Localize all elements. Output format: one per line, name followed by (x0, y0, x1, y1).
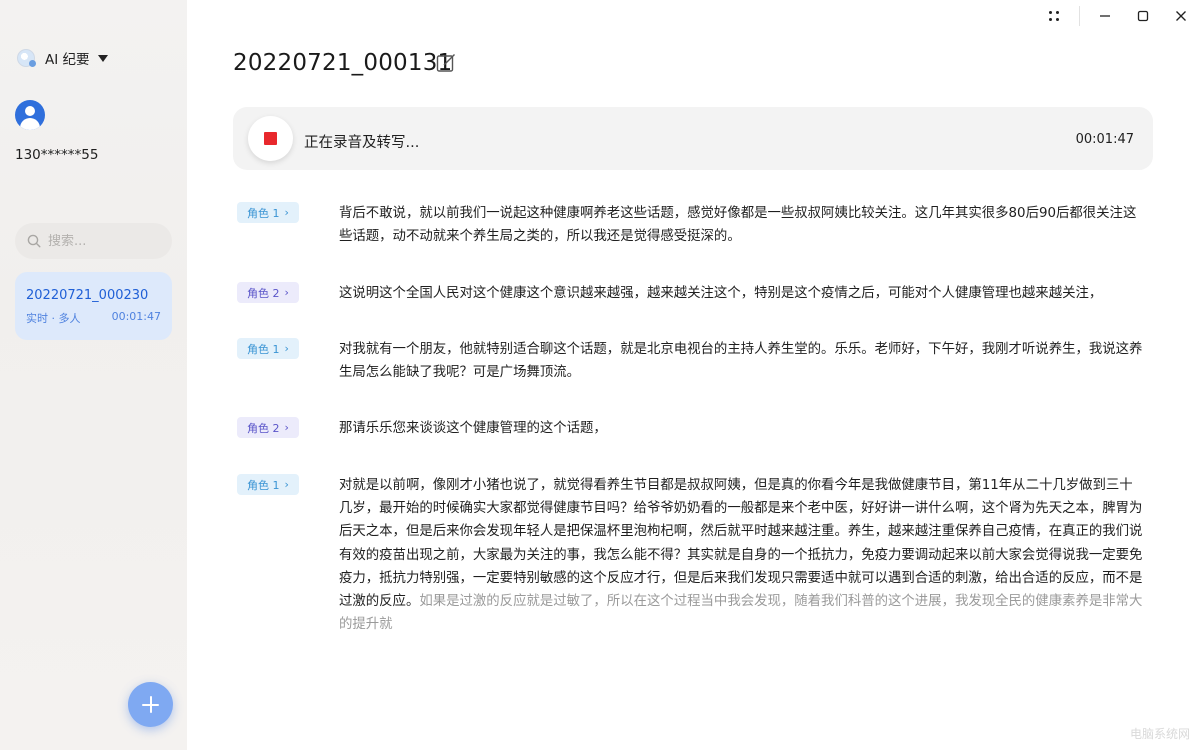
window-controls-divider (1079, 6, 1080, 26)
segment-text-long: 对就是以前啊，像刚才小猪也说了，就觉得看养生节目都是叔叔阿姨，但是真的你看今年是… (339, 474, 1145, 636)
search-box[interactable] (15, 223, 172, 259)
recording-duration: 00:01:47 (111, 310, 161, 323)
maximize-button[interactable] (1124, 0, 1162, 32)
chevron-right-icon: › (284, 478, 289, 491)
minimize-icon (1100, 15, 1110, 17)
sidebar: AI 纪要 130******55 20220721_000230 实时 · 多… (0, 0, 187, 750)
avatar[interactable] (15, 100, 45, 130)
speaker-tag[interactable]: 角色 1 › (237, 202, 299, 223)
speaker-label: 角色 1 (247, 206, 280, 220)
window-controls (1035, 0, 1200, 32)
speaker-label: 角色 1 (247, 478, 280, 492)
recording-mode: 实时 · 多人 (26, 312, 81, 325)
segment-text-final: 对就是以前啊，像刚才小猪也说了，就觉得看养生节目都是叔叔阿姨，但是真的你看今年是… (339, 478, 1143, 610)
speaker-label: 角色 2 (247, 421, 280, 435)
user-head-icon (25, 106, 35, 116)
close-button[interactable] (1162, 0, 1200, 32)
speaker-tag[interactable]: 角色 1 › (237, 474, 299, 495)
maximize-icon (1137, 10, 1149, 22)
app-name: AI 纪要 (45, 52, 90, 68)
caret-down-icon (97, 54, 108, 62)
recording-timer: 00:01:47 (1075, 132, 1134, 147)
account-phone: 130******55 (15, 147, 99, 163)
recording-list-item[interactable]: 20220721_000230 实时 · 多人 00:01:47 (15, 272, 172, 340)
segment-text: 背后不敢说，就以前我们一说起这种健康啊养老这些话题，感觉好像都是一些叔叔阿姨比较… (339, 206, 1137, 245)
grid-menu-button[interactable] (1035, 0, 1073, 32)
recording-status-bar: 正在录音及转写... 00:01:47 (233, 107, 1153, 170)
page-title: 20220721_000131 (233, 50, 453, 76)
search-input[interactable] (48, 233, 158, 249)
app-switcher[interactable]: AI 纪要 (17, 48, 108, 68)
speaker-label: 角色 2 (247, 286, 280, 300)
speaker-tag[interactable]: 角色 2 › (237, 417, 299, 438)
chevron-right-icon: › (284, 421, 289, 434)
watermark: 电脑系统网 (1129, 727, 1190, 741)
chevron-right-icon: › (284, 206, 289, 219)
stop-recording-button[interactable] (248, 116, 293, 161)
minimize-button[interactable] (1086, 0, 1124, 32)
stop-icon (264, 132, 277, 145)
recording-status-text: 正在录音及转写... (304, 135, 420, 151)
chevron-right-icon: › (284, 286, 289, 299)
recording-title: 20220721_000230 (26, 288, 149, 303)
chevron-right-icon: › (284, 342, 289, 355)
segment-text: 那请乐乐您来谈谈这个健康管理的这个话题， (339, 421, 607, 436)
segment-text: 对我就有一个朋友，他就特别适合聊这个话题，就是北京电视台的主持人养生堂的。乐乐。… (339, 342, 1143, 381)
user-body-icon (20, 118, 40, 130)
speaker-label: 角色 1 (247, 342, 280, 356)
search-icon (27, 234, 41, 248)
speaker-tag[interactable]: 角色 1 › (237, 338, 299, 359)
ai-logo-icon (17, 49, 36, 67)
speaker-tag[interactable]: 角色 2 › (237, 282, 299, 303)
segment-text: 这说明这个全国人民对这个健康这个意识越来越强，越来越关注这个，特别是这个疫情之后… (339, 286, 1103, 301)
edit-title-icon[interactable] (436, 53, 456, 73)
segment-text-interim: 如果是过激的反应就是过敏了，所以在这个过程当中我会发现，随着我们科普的这个进展，… (339, 594, 1143, 633)
add-recording-button[interactable] (128, 682, 173, 727)
dots-grid-icon (1049, 11, 1059, 21)
close-icon (1176, 11, 1186, 21)
